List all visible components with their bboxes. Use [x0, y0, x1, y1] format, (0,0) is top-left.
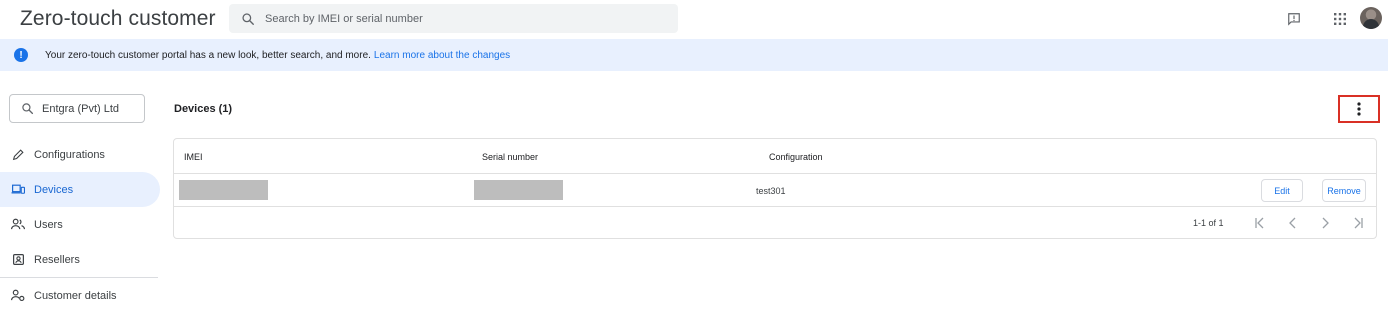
- column-header-serial[interactable]: Serial number: [482, 152, 538, 162]
- edit-button[interactable]: Edit: [1261, 179, 1303, 202]
- info-banner: ! Your zero-touch customer portal has a …: [0, 39, 1388, 71]
- column-header-imei[interactable]: IMEI: [184, 152, 203, 162]
- sidebar-item-resellers[interactable]: Resellers: [0, 242, 160, 277]
- app-header: Zero-touch customer: [0, 0, 1388, 38]
- pagination: 1-1 of 1: [174, 207, 1376, 239]
- learn-more-link[interactable]: Learn more about the changes: [374, 50, 510, 61]
- table-row[interactable]: test301 Edit Remove: [174, 174, 1376, 207]
- feedback-icon[interactable]: [1284, 9, 1304, 29]
- pencil-icon: [11, 148, 25, 162]
- users-icon: [11, 218, 25, 232]
- sidebar-item-label: Resellers: [34, 253, 80, 266]
- previous-page-icon[interactable]: [1283, 213, 1303, 233]
- sidebar-item-label: Configurations: [34, 148, 105, 161]
- sidebar-item-devices[interactable]: Devices: [0, 172, 160, 207]
- devices-icon: [11, 183, 25, 197]
- sidebar-item-users[interactable]: Users: [0, 207, 160, 242]
- imei-redacted: [179, 180, 268, 200]
- sidebar-item-configurations[interactable]: Configurations: [0, 137, 160, 172]
- next-page-icon[interactable]: [1315, 213, 1335, 233]
- search-bar[interactable]: [229, 4, 678, 33]
- sidebar-item-label: Users: [34, 218, 63, 231]
- avatar[interactable]: [1360, 7, 1382, 29]
- sidebar-item-label: Devices: [34, 183, 74, 196]
- app-title: Zero-touch customer: [20, 7, 216, 30]
- page-title: Devices (1): [174, 103, 233, 115]
- reseller-badge-icon: [11, 253, 25, 267]
- sidebar-nav: Configurations Devices Users Resellers C…: [0, 137, 160, 313]
- configuration-cell: test301: [756, 186, 786, 196]
- org-name: Entgra (Pvt) Ltd: [42, 102, 120, 115]
- sidebar-item-customer-details[interactable]: Customer details: [0, 278, 160, 313]
- pagination-range: 1-1 of 1: [1193, 218, 1224, 228]
- search-icon: [22, 103, 34, 115]
- banner-message: Your zero-touch customer portal has a ne…: [45, 49, 371, 61]
- column-header-configuration[interactable]: Configuration: [769, 152, 823, 162]
- table-header: IMEI Serial number Configuration: [174, 139, 1376, 174]
- more-options-button[interactable]: [1338, 95, 1380, 123]
- info-icon: !: [14, 48, 28, 62]
- org-selector[interactable]: Entgra (Pvt) Ltd: [9, 94, 145, 123]
- remove-button[interactable]: Remove: [1322, 179, 1366, 202]
- search-icon: [242, 12, 254, 25]
- last-page-icon[interactable]: [1348, 213, 1368, 233]
- sidebar-item-label: Customer details: [34, 289, 117, 302]
- serial-redacted: [474, 180, 563, 200]
- apps-grid-icon[interactable]: [1330, 9, 1350, 29]
- devices-table: IMEI Serial number Configuration test301…: [173, 138, 1377, 239]
- search-input[interactable]: [265, 12, 645, 25]
- first-page-icon[interactable]: [1250, 213, 1270, 233]
- more-vert-icon: [1357, 102, 1361, 116]
- customer-details-icon: [11, 289, 25, 303]
